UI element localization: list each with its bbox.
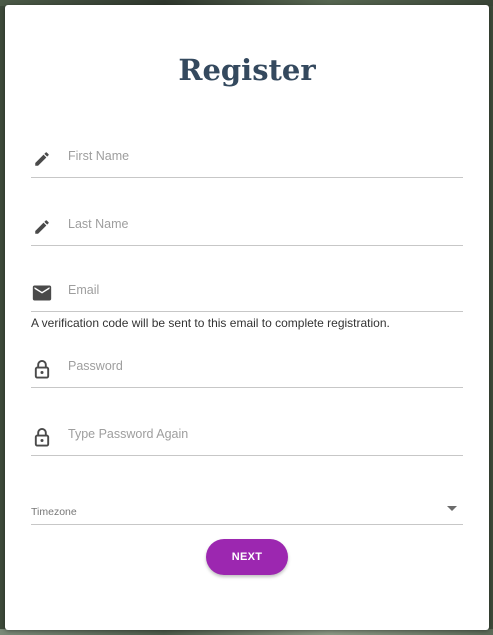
password-again-input[interactable] [68, 427, 458, 441]
lock-icon [31, 426, 53, 448]
lock-icon [31, 358, 53, 380]
next-button[interactable]: NEXT [206, 539, 288, 575]
pencil-icon [31, 148, 53, 170]
email-helper-text: A verification code will be sent to this… [31, 316, 390, 330]
timezone-select[interactable]: Timezone [31, 498, 463, 525]
password-field [31, 353, 463, 388]
dropdown-arrow-icon [447, 506, 457, 511]
last-name-input[interactable] [68, 217, 458, 231]
password-input[interactable] [68, 359, 458, 373]
first-name-field [31, 143, 463, 178]
page-title: Register [178, 53, 316, 87]
timezone-label: Timezone [31, 506, 77, 518]
last-name-field [31, 211, 463, 246]
first-name-input[interactable] [68, 149, 458, 163]
register-card: Register A verification code will be sen… [5, 5, 489, 630]
password-again-field [31, 421, 463, 456]
mail-icon [31, 282, 53, 304]
email-input[interactable] [68, 283, 458, 297]
email-field [31, 277, 463, 312]
pencil-icon [31, 216, 53, 238]
